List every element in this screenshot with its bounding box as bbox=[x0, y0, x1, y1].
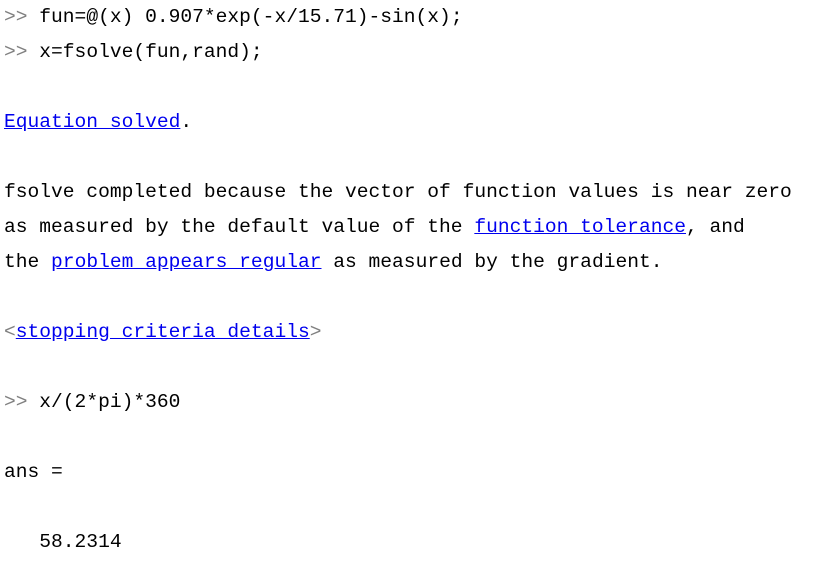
command-line: >> x/(2*pi)*360 bbox=[4, 385, 180, 420]
command-text: x/(2*pi)*360 bbox=[39, 391, 181, 413]
prompt: >> bbox=[4, 41, 40, 63]
bracket: > bbox=[309, 321, 322, 343]
output-line: fsolve completed because the vector of f… bbox=[4, 181, 792, 203]
output-text: , and bbox=[685, 216, 745, 238]
output-text: as measured by the gradient. bbox=[321, 251, 663, 273]
command-line: >> fun=@(x) 0.907*exp(-x/15.71)-sin(x); bbox=[4, 0, 463, 35]
period: . bbox=[180, 111, 193, 133]
output-line: the problem appears regular as measured … bbox=[4, 245, 663, 280]
stopping-criteria-line: <stopping criteria details> bbox=[4, 315, 322, 350]
function-tolerance-link[interactable]: function tolerance bbox=[474, 216, 686, 238]
equation-solved-line: Equation solved. bbox=[4, 105, 192, 140]
prompt: >> bbox=[4, 6, 40, 28]
output-text: the bbox=[4, 251, 52, 273]
output-text: as measured by the default value of the bbox=[4, 216, 475, 238]
command-text: fun=@(x) 0.907*exp(-x/15.71)-sin(x); bbox=[39, 6, 463, 28]
problem-appears-regular-link[interactable]: problem appears regular bbox=[51, 251, 321, 273]
bracket: < bbox=[4, 321, 16, 343]
output-line: as measured by the default value of the … bbox=[4, 210, 745, 245]
ans-label: ans = bbox=[4, 461, 63, 483]
equation-solved-link[interactable]: Equation solved bbox=[4, 111, 180, 133]
stopping-criteria-link[interactable]: stopping criteria details bbox=[16, 321, 310, 343]
command-line: >> x=fsolve(fun,rand); bbox=[4, 35, 263, 70]
command-window[interactable]: >> fun=@(x) 0.907*exp(-x/15.71)-sin(x); … bbox=[0, 0, 828, 571]
prompt: >> bbox=[4, 391, 40, 413]
ans-value: 58.2314 bbox=[4, 531, 122, 553]
command-text: x=fsolve(fun,rand); bbox=[39, 41, 263, 63]
